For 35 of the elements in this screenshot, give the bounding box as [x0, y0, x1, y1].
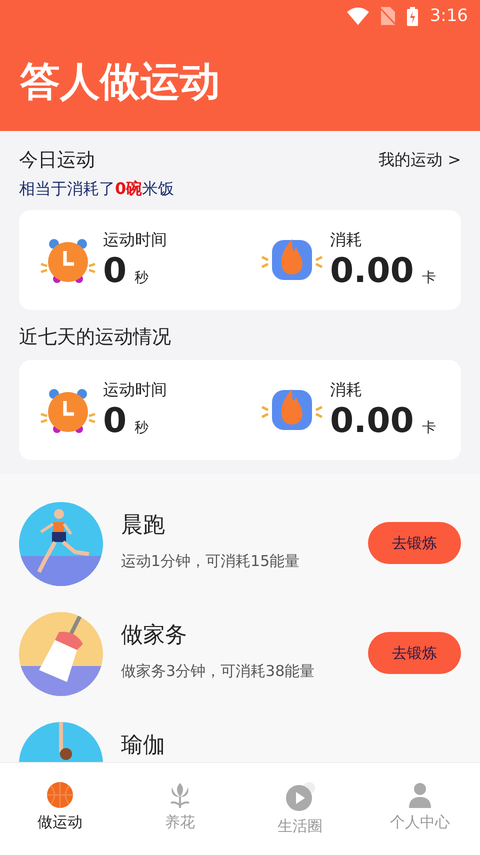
- stat-unit: 卡: [422, 268, 436, 286]
- wifi-icon: [346, 7, 369, 25]
- stat-unit: 秒: [134, 418, 149, 436]
- nav-tab[interactable]: 生活圈: [240, 763, 360, 855]
- stat-label: 消耗: [330, 230, 363, 250]
- stat-value: 0: [103, 400, 127, 440]
- activity-name: 做家务: [121, 622, 188, 650]
- stat-unit: 秒: [134, 268, 149, 286]
- stat-value: 0.00: [330, 400, 414, 440]
- rice-equivalent-text: 相当于消耗了0碗米饭: [19, 179, 176, 200]
- stat-unit: 卡: [422, 418, 436, 436]
- stat-label: 消耗: [330, 380, 363, 400]
- app-title: 答人做运动: [20, 58, 221, 107]
- activity-name: 晨跑: [121, 512, 166, 540]
- stat-value: 0.00: [330, 250, 414, 290]
- person-icon: [406, 781, 434, 809]
- battery-charging-icon: [406, 6, 418, 26]
- start-exercise-button[interactable]: 去锻炼: [368, 632, 461, 674]
- activity-description: 运动1分钟，可消耗15能量: [121, 552, 301, 571]
- play-bubble-icon: [284, 781, 316, 813]
- basketball-icon: [46, 781, 74, 809]
- my-sports-link[interactable]: 我的运动 >: [378, 150, 461, 170]
- section-title: 近七天的运动情况: [19, 325, 172, 350]
- stat-label: 运动时间: [103, 230, 167, 250]
- activity-name: 瑜伽: [121, 732, 166, 760]
- stat-value: 0: [103, 250, 127, 290]
- nav-tab[interactable]: 个人中心: [360, 763, 480, 855]
- no-sim-icon: [380, 7, 395, 25]
- nav-tab[interactable]: 做运动: [0, 763, 120, 855]
- stat-label: 运动时间: [103, 380, 167, 400]
- start-exercise-button[interactable]: 去锻炼: [368, 522, 461, 564]
- nav-tab[interactable]: 养花: [120, 763, 240, 855]
- activity-description: 做家务3分钟，可消耗38能量: [121, 662, 316, 681]
- status-time: 3:16: [430, 6, 468, 26]
- section-title: 今日运动: [19, 148, 95, 173]
